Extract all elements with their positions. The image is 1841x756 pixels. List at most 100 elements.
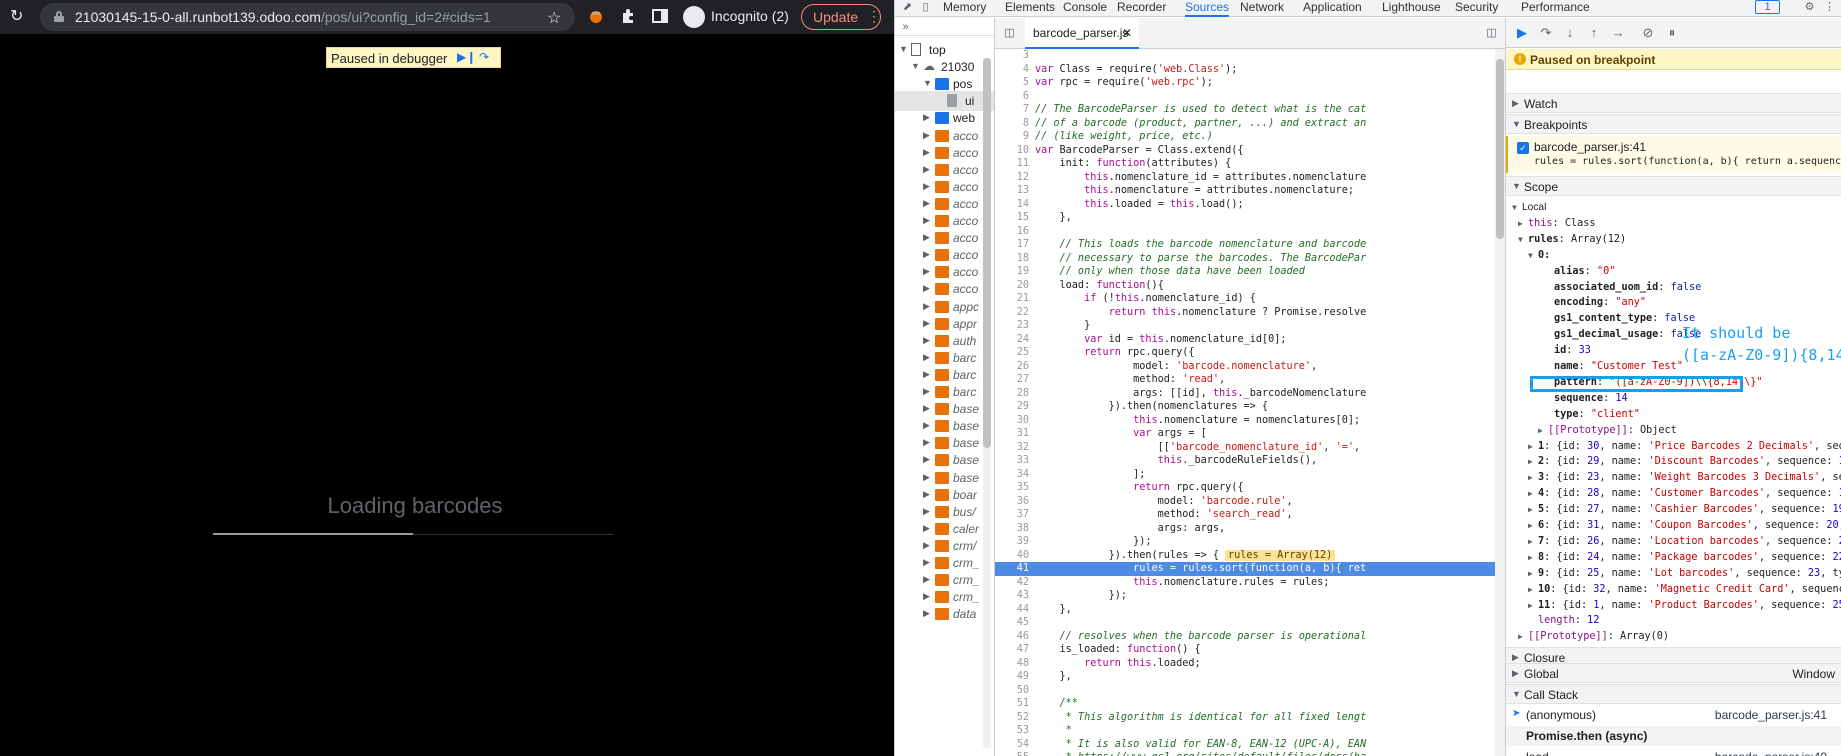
line-number[interactable]: 49 (995, 670, 1029, 684)
line-number[interactable]: 48 (995, 657, 1029, 671)
tab-elements[interactable]: Elements (1005, 0, 1055, 17)
code-line[interactable]: 13 this.nomenclature = attributes.nomenc… (995, 184, 1495, 198)
expand-icon[interactable]: ▶ (923, 420, 931, 430)
breakpoint-item[interactable]: ✓ barcode_parser.js:41 rules = rules.sor… (1506, 136, 1841, 173)
line-number[interactable]: 51 (995, 697, 1029, 711)
scope-array-item-row[interactable]: ▶ 11: {id: 1, name: 'Product Barcodes', s… (1506, 598, 1841, 614)
navigator-scrollbar[interactable] (983, 58, 991, 748)
expand-icon[interactable]: ▶ (1528, 566, 1533, 582)
expand-icon[interactable]: ▶ (923, 352, 931, 362)
expand-icon[interactable]: ▶ (923, 112, 931, 122)
collapse-icon[interactable]: ▼ (911, 61, 920, 71)
code-line[interactable]: 51 /** (995, 697, 1495, 711)
code-line[interactable]: 19 // only when those data have been loa… (995, 265, 1495, 279)
code-line[interactable]: 33 this._barcodeRuleFields(), (995, 454, 1495, 468)
code-line[interactable]: 53 * (995, 724, 1495, 738)
line-number[interactable]: 5 (995, 76, 1029, 90)
tab-performance[interactable]: Performance (1521, 0, 1590, 17)
scope-property-row[interactable]: associated_uom_id: false (1506, 280, 1841, 296)
line-number[interactable]: 41 (995, 562, 1029, 576)
line-number[interactable]: 4 (995, 63, 1029, 77)
code-line[interactable]: 4 var Class = require('web.Class'); (995, 63, 1495, 77)
expand-icon[interactable]: ▶ (923, 403, 931, 413)
line-number[interactable]: 44 (995, 603, 1029, 617)
close-icon[interactable]: ✕ (1122, 26, 1132, 40)
step-over-icon[interactable]: ↷ (1538, 25, 1554, 41)
line-number[interactable]: 31 (995, 427, 1029, 441)
resume-icon[interactable]: ▶ (1514, 25, 1530, 41)
expand-icon[interactable]: ▶ (1518, 629, 1523, 645)
expand-icon[interactable]: ▶ (923, 130, 931, 140)
scope-array-item-row[interactable]: ▶ 3: {id: 23, name: 'Weight Barcodes 3 De… (1506, 470, 1841, 486)
scope-array-item-row[interactable]: ▶ 4: {id: 28, name: 'Customer Barcodes', … (1506, 486, 1841, 502)
side-panel-icon[interactable] (652, 8, 668, 24)
breakpoint-checkbox[interactable]: ✓ (1517, 142, 1529, 154)
device-toolbar-icon[interactable]: ▯ (919, 1, 932, 14)
line-number[interactable]: 29 (995, 400, 1029, 414)
expand-icon[interactable]: ▶ (923, 557, 931, 567)
code-line[interactable]: 3 (995, 49, 1495, 63)
more-menu-icon[interactable]: ⋮ (867, 8, 881, 25)
code-line[interactable]: 18 // necessary to parse the barcodes. T… (995, 252, 1495, 266)
tab-application[interactable]: Application (1303, 0, 1362, 17)
watch-section-header[interactable]: ▶ Watch (1506, 93, 1841, 113)
scope-this-row[interactable]: ▶ this: Class (1506, 216, 1841, 232)
more-options-icon[interactable]: ⋮ (1823, 1, 1836, 14)
toggle-debugger-icon[interactable]: ◫ (1485, 27, 1498, 40)
expand-icon[interactable]: ▶ (1528, 518, 1533, 534)
line-number[interactable]: 40 (995, 549, 1029, 563)
expand-icon[interactable]: ▶ (923, 232, 931, 242)
expand-icon[interactable]: ▶ (923, 283, 931, 293)
expand-icon[interactable]: ▶ (923, 198, 931, 208)
bookmark-star-icon[interactable]: ☆ (547, 8, 561, 28)
code-line[interactable]: 10 var BarcodeParser = Class.extend({ (995, 144, 1495, 158)
update-button[interactable]: Update ⋮ (801, 4, 881, 30)
expand-icon[interactable]: ▶ (1528, 439, 1533, 455)
code-line[interactable]: 22 return this.nomenclature ? Promise.re… (995, 306, 1495, 320)
code-line[interactable]: 16 (995, 225, 1495, 239)
line-number[interactable]: 43 (995, 589, 1029, 603)
inspect-element-icon[interactable]: ⬈ (901, 1, 914, 14)
editor-scrollbar-thumb[interactable] (1496, 59, 1504, 239)
expand-icon[interactable]: ▶ (1528, 582, 1533, 598)
scope-property-row[interactable]: sequence: 14 (1506, 391, 1841, 407)
puzzle-icon[interactable] (620, 8, 636, 24)
line-number[interactable]: 17 (995, 238, 1029, 252)
current-execution-line[interactable]: 41 rules = rules.sort(function(a, b){ re… (995, 562, 1495, 576)
scope-property-row[interactable]: type: "client" (1506, 407, 1841, 423)
scope-property-row[interactable]: gs1_content_type: false (1506, 311, 1841, 327)
issues-badge[interactable]: 1 (1755, 0, 1780, 14)
scope-property-row[interactable]: alias: "0" (1506, 264, 1841, 280)
breakpoints-section-header[interactable]: ▼ Breakpoints (1506, 114, 1841, 134)
code-line[interactable]: 8 // of a barcode (product, partner, ...)… (995, 117, 1495, 131)
line-number[interactable]: 8 (995, 117, 1029, 131)
expand-icon[interactable]: ▶ (923, 147, 931, 157)
code-line[interactable]: 43 }); (995, 589, 1495, 603)
call-frame[interactable]: load barcode_parser.js:40 (1506, 747, 1841, 756)
line-number[interactable]: 22 (995, 306, 1029, 320)
collapse-icon[interactable]: ▼ (1528, 248, 1533, 264)
line-number[interactable]: 38 (995, 522, 1029, 536)
global-section-header[interactable]: ▶ Global Window (1506, 663, 1841, 683)
line-number[interactable]: 19 (995, 265, 1029, 279)
code-line[interactable]: 26 model: 'barcode.nomenclature', (995, 360, 1495, 374)
tab-recorder[interactable]: Recorder (1117, 0, 1166, 17)
gear-icon[interactable]: ⚙ (1803, 1, 1816, 14)
call-frame-location[interactable]: barcode_parser.js:41 (1715, 708, 1827, 722)
code-line[interactable]: 35 return rpc.query({ (995, 481, 1495, 495)
line-number[interactable]: 25 (995, 346, 1029, 360)
expand-icon[interactable]: ▶ (1518, 216, 1523, 232)
code-line[interactable]: 29 }).then(nomenclatures => { (995, 400, 1495, 414)
line-number[interactable]: 46 (995, 630, 1029, 644)
code-line[interactable]: 54 * It is also valid for EAN-8, EAN-12 … (995, 738, 1495, 752)
line-number[interactable]: 36 (995, 495, 1029, 509)
code-line[interactable]: 9 // (like weight, price, etc.) (995, 130, 1495, 144)
toggle-navigator-icon[interactable]: ◫ (1003, 27, 1016, 40)
code-line[interactable]: 34 ]; (995, 468, 1495, 482)
call-frame[interactable]: ➤ (anonymous) barcode_parser.js:41 (1506, 705, 1841, 725)
line-number[interactable]: 24 (995, 333, 1029, 347)
code-line[interactable]: 7 // The BarcodeParser is used to detect … (995, 103, 1495, 117)
scope-prototype-row[interactable]: ▶ [[Prototype]]: Object (1506, 423, 1841, 439)
collapse-icon[interactable]: ▼ (1512, 200, 1517, 216)
step-icon[interactable]: → (1610, 25, 1626, 41)
